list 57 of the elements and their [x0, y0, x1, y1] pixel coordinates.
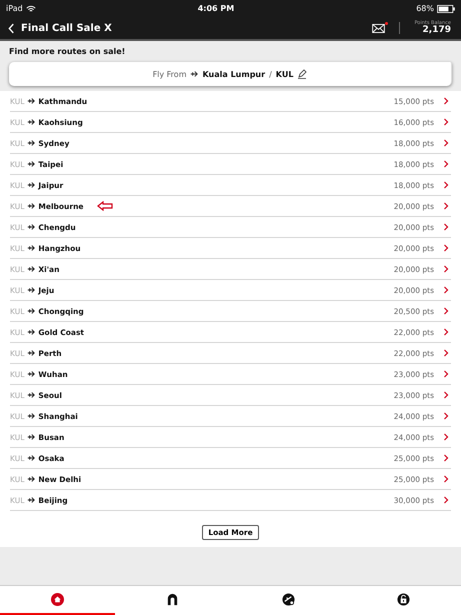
clock-time: 4:06 PM — [196, 4, 236, 13]
back-icon[interactable] — [8, 22, 15, 34]
plane-icon — [27, 433, 36, 441]
plane-icon — [27, 97, 36, 105]
plane-icon — [27, 412, 36, 420]
chevron-icon — [443, 433, 449, 441]
plane-icon — [27, 391, 36, 399]
intro-text: Find more routes on sale! — [9, 47, 126, 56]
plane-icon — [27, 328, 36, 336]
chevron-icon — [443, 181, 449, 189]
chevron-icon — [443, 496, 449, 504]
lock-icon — [396, 593, 410, 606]
plane-icon — [27, 286, 36, 294]
flight-search-icon — [282, 593, 295, 606]
plane-icon — [190, 70, 198, 78]
profile-icon — [166, 593, 180, 606]
edit-icon[interactable] — [297, 69, 308, 79]
home-icon — [51, 593, 64, 606]
plane-icon — [27, 496, 36, 504]
chevron-icon — [443, 412, 449, 420]
screen-title: Final Call Sale X — [21, 22, 112, 34]
chevron-icon — [443, 391, 449, 399]
plane-icon — [27, 160, 36, 168]
chevron-icon — [443, 328, 449, 336]
chevron-icon — [443, 370, 449, 378]
chevron-icon — [443, 97, 449, 105]
plane-icon — [27, 181, 36, 189]
wifi-icon — [26, 4, 36, 12]
chevron-icon — [443, 475, 449, 483]
plane-icon — [27, 244, 36, 252]
plane-icon — [27, 475, 36, 483]
plane-icon — [27, 118, 36, 126]
chevron-icon — [443, 160, 449, 168]
chevron-icon — [443, 223, 449, 231]
chevron-icon — [443, 139, 449, 147]
battery-percent: 68% — [416, 4, 434, 13]
battery-icon — [437, 4, 455, 12]
origin-selector[interactable]: Fly From Kuala Lumpur / KUL — [9, 62, 452, 86]
plane-icon — [27, 223, 36, 231]
plane-icon — [27, 265, 36, 273]
plane-icon — [27, 202, 36, 210]
device-name: iPad — [6, 4, 23, 13]
plane-icon — [27, 370, 36, 378]
chevron-icon — [443, 349, 449, 357]
chevron-icon — [443, 307, 449, 315]
chevron-icon — [443, 202, 449, 210]
chevron-icon — [443, 118, 449, 126]
chevron-icon — [443, 286, 449, 294]
plane-icon — [27, 139, 36, 147]
points-balance: 2,179 — [422, 26, 451, 35]
mail-icon[interactable] — [372, 24, 386, 32]
plane-icon — [27, 454, 36, 462]
chevron-icon — [443, 265, 449, 273]
chevron-icon — [443, 454, 449, 462]
plane-icon — [27, 349, 36, 357]
plane-icon — [27, 307, 36, 315]
chevron-icon — [443, 244, 449, 252]
